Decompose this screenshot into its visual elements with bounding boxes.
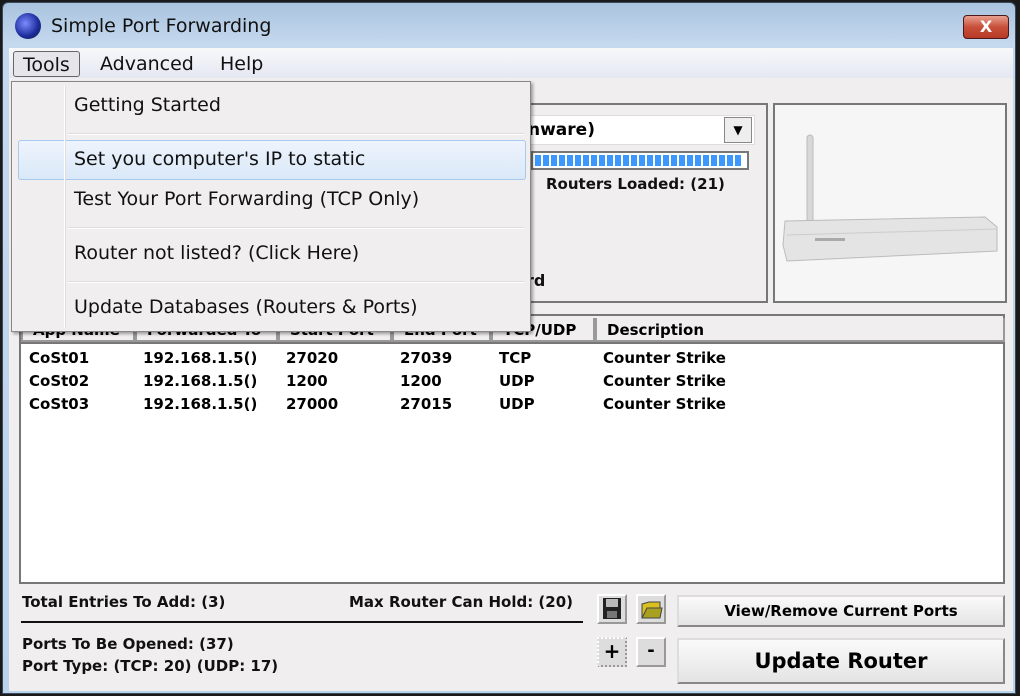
progress-segment xyxy=(607,155,613,166)
window-title: Simple Port Forwarding xyxy=(51,15,272,37)
progress-segment xyxy=(567,155,573,166)
menu-advanced[interactable]: Advanced xyxy=(91,51,203,77)
table-cell: 192.168.1.5() xyxy=(143,395,258,413)
progress-segment xyxy=(647,155,653,166)
progress-segment xyxy=(559,155,565,166)
table-row[interactable]: CoSt01 192.168.1.5() 27020 27039 TCP Counter … xyxy=(21,349,1003,371)
menu-item-update-databases[interactable]: Update Databases (Routers & Ports) xyxy=(74,296,418,318)
table-cell: 192.168.1.5() xyxy=(143,372,258,390)
table-row[interactable]: CoSt02 192.168.1.5() 1200 1200 UDP Counter St… xyxy=(21,372,1003,394)
max-router-hold-label: Max Router Can Hold: (20) xyxy=(349,593,574,611)
menu-help[interactable]: Help xyxy=(211,51,272,77)
menu-separator xyxy=(68,281,524,283)
progress-segment xyxy=(671,155,677,166)
menu-item-set-static-ip[interactable]: Set you computer's IP to static xyxy=(74,148,365,170)
progress-segment xyxy=(663,155,669,166)
save-button[interactable] xyxy=(597,594,627,624)
table-cell: 27020 xyxy=(286,349,339,367)
router-picture xyxy=(782,134,998,262)
menu-tools[interactable]: Tools xyxy=(13,51,80,77)
progress-segment xyxy=(543,155,549,166)
router-select[interactable]: nware) ▼ xyxy=(519,115,755,145)
port-type-label: Port Type: (TCP: 20) (UDP: 17) xyxy=(22,657,279,675)
app-window: Simple Port Forwarding X Tools Advanced … xyxy=(2,2,1016,694)
port-table[interactable]: App NameForwarded ToStart PortEnd PortTC… xyxy=(19,314,1005,584)
progress-segment xyxy=(687,155,693,166)
close-button[interactable]: X xyxy=(963,15,1009,39)
progress-segment xyxy=(551,155,557,166)
routers-progress-bar xyxy=(531,151,749,170)
router-select-value: nware) xyxy=(528,120,595,140)
progress-segment xyxy=(703,155,709,166)
progress-segment xyxy=(615,155,621,166)
table-cell: TCP xyxy=(499,349,532,367)
column-header[interactable]: Description xyxy=(595,318,1005,342)
chevron-down-icon[interactable]: ▼ xyxy=(724,117,752,143)
table-cell: 27015 xyxy=(400,395,453,413)
progress-segment xyxy=(727,155,733,166)
progress-segment xyxy=(679,155,685,166)
progress-segment xyxy=(735,155,741,166)
router-image xyxy=(773,103,1007,303)
add-entry-button[interactable]: + xyxy=(597,637,627,667)
table-cell: 27039 xyxy=(400,349,453,367)
folder-open-icon xyxy=(641,601,663,619)
progress-segment xyxy=(695,155,701,166)
tools-dropdown-menu: Getting Started Set you computer's IP to… xyxy=(11,81,531,332)
remove-entry-button[interactable]: - xyxy=(636,637,666,667)
table-cell: Counter Strike xyxy=(603,372,726,390)
open-button[interactable] xyxy=(636,594,666,624)
progress-segment xyxy=(639,155,645,166)
progress-segment xyxy=(575,155,581,166)
total-entries-label: Total Entries To Add: (3) xyxy=(22,593,226,611)
table-cell: UDP xyxy=(499,395,535,413)
menu-gutter xyxy=(64,86,66,328)
menu-separator xyxy=(68,133,524,135)
table-cell: 27000 xyxy=(286,395,339,413)
table-cell: 192.168.1.5() xyxy=(143,349,258,367)
table-cell: 1200 xyxy=(400,372,442,390)
routers-loaded-label: Routers Loaded: (21) xyxy=(546,175,725,193)
menu-item-test-port-forwarding[interactable]: Test Your Port Forwarding (TCP Only) xyxy=(74,188,419,210)
progress-segment xyxy=(535,155,541,166)
progress-segment xyxy=(711,155,717,166)
progress-segment xyxy=(623,155,629,166)
table-cell: 1200 xyxy=(286,372,328,390)
divider xyxy=(21,621,583,623)
floppy-disk-icon xyxy=(603,598,621,619)
table-cell: Counter Strike xyxy=(603,349,726,367)
progress-segment xyxy=(655,155,661,166)
table-cell: CoSt03 xyxy=(29,395,90,413)
progress-segment xyxy=(719,155,725,166)
app-globe-icon xyxy=(15,13,41,39)
table-cell: CoSt01 xyxy=(29,349,90,367)
menu-item-router-not-listed[interactable]: Router not listed? (Click Here) xyxy=(74,242,359,264)
ports-opened-label: Ports To Be Opened: (37) xyxy=(22,635,234,653)
menu-bar: Tools Advanced Help xyxy=(9,48,1013,78)
client-area: Tools Advanced Help nware) ▼ Routers Load… xyxy=(9,48,1013,691)
progress-segment xyxy=(599,155,605,166)
table-cell: CoSt02 xyxy=(29,372,90,390)
table-cell: Counter Strike xyxy=(603,395,726,413)
menu-item-getting-started[interactable]: Getting Started xyxy=(74,94,221,116)
progress-segment xyxy=(583,155,589,166)
update-router-button[interactable]: Update Router xyxy=(677,638,1005,684)
table-cell: UDP xyxy=(499,372,535,390)
progress-segment xyxy=(591,155,597,166)
progress-segment xyxy=(631,155,637,166)
table-row[interactable]: CoSt03 192.168.1.5() 27000 27015 UDP Counter … xyxy=(21,395,1003,417)
view-remove-ports-button[interactable]: View/Remove Current Ports xyxy=(677,595,1005,627)
menu-separator xyxy=(68,227,524,229)
